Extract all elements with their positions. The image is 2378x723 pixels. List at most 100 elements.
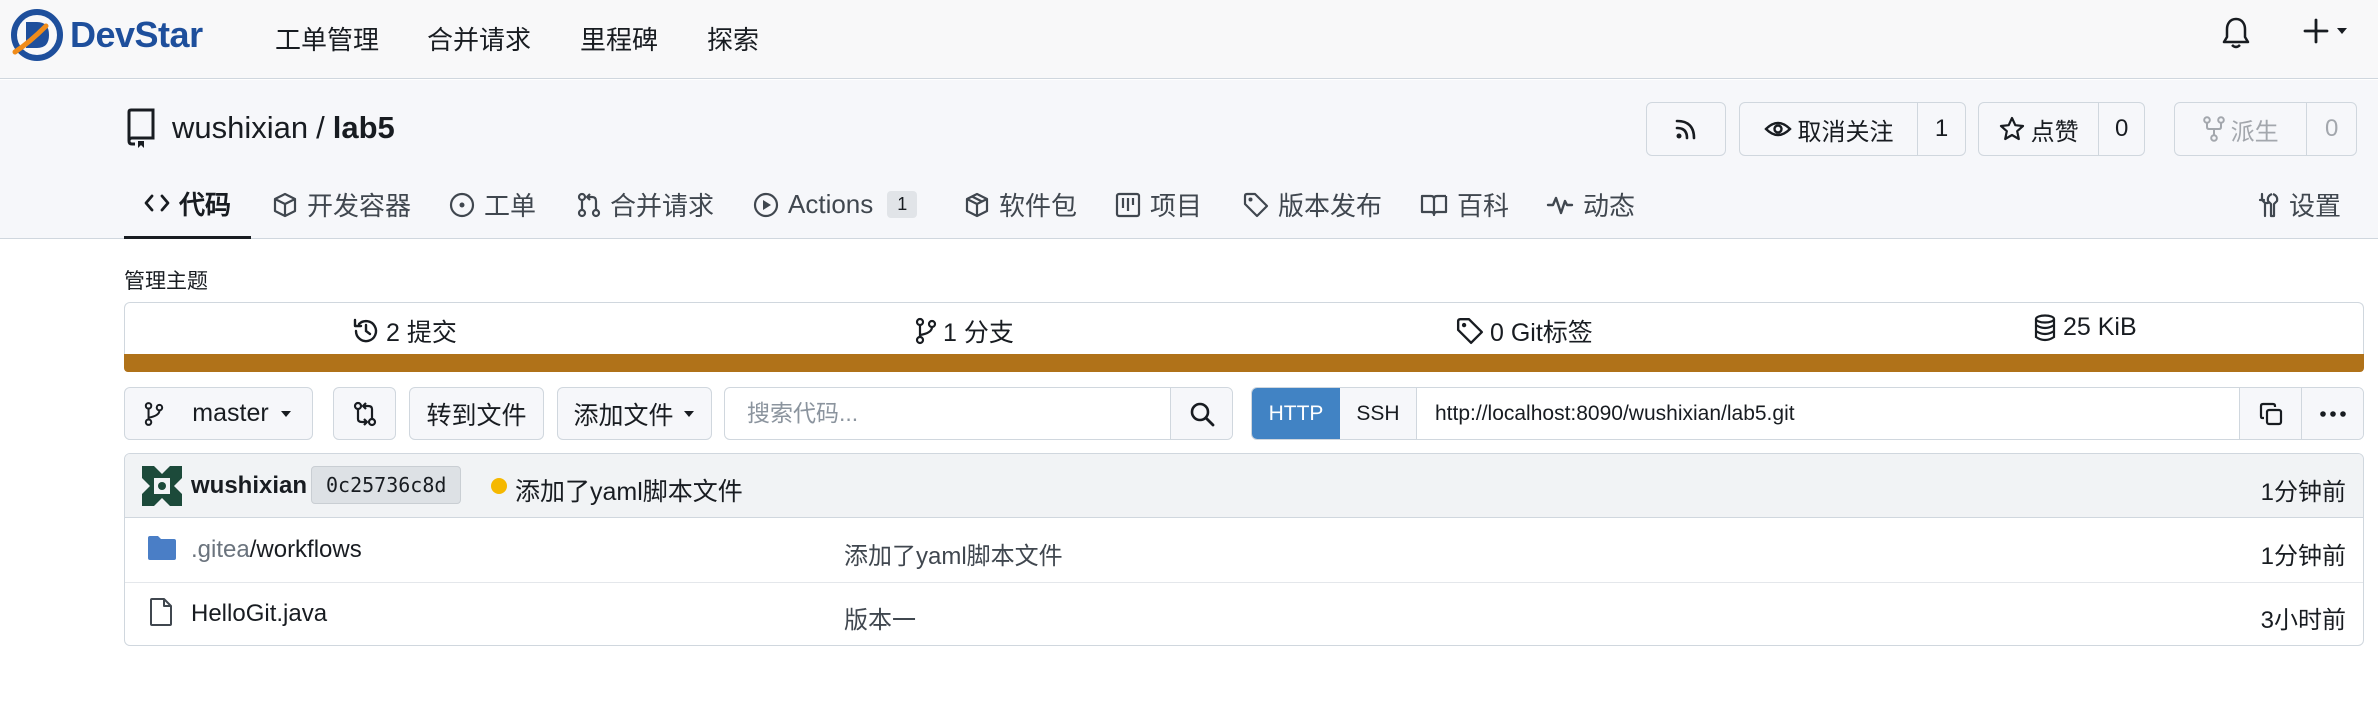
tag-icon bbox=[1456, 317, 1484, 345]
commits-stat[interactable]: 2 提交 bbox=[352, 313, 457, 349]
compare-button[interactable] bbox=[333, 387, 396, 440]
avatar[interactable] bbox=[142, 466, 182, 506]
caret-down-icon bbox=[683, 410, 694, 417]
tab-activity[interactable]: 动态 bbox=[1546, 170, 1635, 239]
repo-name-link[interactable]: lab5 bbox=[333, 110, 395, 146]
repo-stats-bar: 2 提交 1 分支 0 Git标签 25 KiB bbox=[124, 302, 2364, 354]
tag-icon bbox=[1243, 192, 1269, 217]
tab-issues-label: 工单 bbox=[484, 191, 537, 221]
clone-ssh-button[interactable]: SSH bbox=[1340, 388, 1417, 439]
tab-projects[interactable]: 项目 bbox=[1115, 170, 1202, 239]
branches-stat[interactable]: 1 分支 bbox=[915, 313, 1014, 349]
branch-icon bbox=[915, 317, 937, 345]
forks-count[interactable]: 0 bbox=[2306, 103, 2356, 155]
tab-wiki[interactable]: 百科 bbox=[1420, 170, 1509, 239]
table-row: HelloGit.java 版本一 3小时前 bbox=[125, 583, 2363, 645]
size-stat[interactable]: 25 KiB bbox=[2033, 313, 2137, 342]
nav-explore[interactable]: 探索 bbox=[707, 20, 759, 57]
create-menu-button[interactable] bbox=[2303, 18, 2349, 44]
eye-icon bbox=[1763, 121, 1792, 137]
rss-button[interactable] bbox=[1646, 102, 1726, 156]
rss-icon bbox=[1675, 119, 1696, 140]
play-icon bbox=[753, 192, 779, 217]
tab-releases-label: 版本发布 bbox=[1278, 191, 1383, 221]
fork-button[interactable]: 派生 bbox=[2175, 103, 2306, 155]
file-commit-message[interactable]: 添加了yaml脚本文件 bbox=[844, 536, 1063, 571]
notifications-button[interactable] bbox=[2222, 16, 2250, 50]
star-label: 点赞 bbox=[2030, 118, 2079, 146]
code-search-input[interactable] bbox=[725, 388, 1170, 439]
file-time: 1分钟前 bbox=[2260, 543, 2346, 570]
copy-url-button[interactable] bbox=[2239, 388, 2301, 439]
devstar-logo-icon bbox=[11, 9, 63, 61]
code-search-button[interactable] bbox=[1170, 388, 1232, 439]
nav-issues[interactable]: 工单管理 bbox=[275, 20, 379, 57]
commit-status-icon[interactable] bbox=[491, 478, 507, 494]
brand-logo[interactable]: DevStar bbox=[10, 8, 203, 62]
tab-pulls-label: 合并请求 bbox=[610, 191, 715, 221]
watchers-count[interactable]: 1 bbox=[1917, 103, 1965, 155]
tab-packages-label: 软件包 bbox=[999, 191, 1078, 221]
language-stats-bar[interactable] bbox=[124, 354, 2364, 372]
tab-settings-label: 设置 bbox=[2289, 191, 2342, 221]
plus-icon bbox=[2303, 18, 2329, 44]
fork-label: 派生 bbox=[2230, 118, 2279, 146]
clone-http-button[interactable]: HTTP bbox=[1252, 388, 1340, 439]
tab-settings[interactable]: 设置 bbox=[2256, 170, 2341, 239]
add-file-dropdown[interactable]: 添加文件 bbox=[557, 387, 712, 440]
tab-actions[interactable]: Actions 1 bbox=[753, 170, 918, 239]
go-to-file-button[interactable]: 转到文件 bbox=[409, 387, 544, 440]
branch-name: master bbox=[192, 399, 269, 427]
commit-message[interactable]: 添加了yaml脚本文件 bbox=[515, 472, 743, 508]
nav-pulls[interactable]: 合并请求 bbox=[427, 20, 531, 57]
add-file-label: 添加文件 bbox=[573, 401, 674, 430]
tab-releases[interactable]: 版本发布 bbox=[1243, 170, 1382, 239]
compare-icon bbox=[353, 401, 376, 426]
latest-commit-row: wushixian 0c25736c8d 添加了yaml脚本文件 1分钟前 bbox=[125, 454, 2363, 518]
issue-opened-icon bbox=[449, 192, 475, 217]
tab-pulls[interactable]: 合并请求 bbox=[577, 170, 714, 239]
more-options-button[interactable] bbox=[2301, 388, 2363, 439]
commits-count: 2 提交 bbox=[386, 319, 457, 347]
actions-count-badge: 1 bbox=[887, 191, 918, 218]
tab-devcontainer-label: 开发容器 bbox=[307, 191, 412, 221]
star-button-group: 点赞 0 bbox=[1978, 102, 2145, 156]
commit-sha[interactable]: 0c25736c8d bbox=[311, 466, 462, 504]
cube-icon bbox=[273, 192, 297, 217]
file-name-link[interactable]: HelloGit.java bbox=[191, 600, 327, 628]
repo-header: wushixian / lab5 取消关注 1 点赞 0 派生 0 代码 开发容… bbox=[0, 80, 2378, 239]
tab-code[interactable]: 代码 bbox=[124, 170, 251, 239]
tab-packages[interactable]: 软件包 bbox=[964, 170, 1077, 239]
nav-milestones[interactable]: 里程碑 bbox=[580, 20, 658, 57]
file-name-prefix: .gitea bbox=[191, 536, 250, 563]
unwatch-label: 取消关注 bbox=[1797, 118, 1894, 146]
search-icon bbox=[1190, 402, 1214, 426]
file-list: wushixian 0c25736c8d 添加了yaml脚本文件 1分钟前 .g… bbox=[124, 453, 2364, 646]
tab-issues[interactable]: 工单 bbox=[449, 170, 536, 239]
stars-count[interactable]: 0 bbox=[2098, 103, 2144, 155]
tools-icon bbox=[2258, 192, 2279, 217]
commit-author[interactable]: wushixian bbox=[191, 472, 307, 500]
branch-selector[interactable]: master bbox=[124, 387, 313, 440]
repo-owner-link[interactable]: wushixian bbox=[172, 110, 308, 146]
star-icon bbox=[1999, 116, 2024, 141]
top-navbar: DevStar 工单管理 合并请求 里程碑 探索 bbox=[0, 0, 2378, 79]
pulse-icon bbox=[1546, 196, 1574, 214]
tags-count: 0 Git标签 bbox=[1490, 319, 1593, 347]
tab-projects-label: 项目 bbox=[1150, 191, 1203, 221]
branches-count: 1 分支 bbox=[943, 319, 1014, 347]
tab-devcontainer[interactable]: 开发容器 bbox=[272, 170, 411, 239]
manage-topics-link[interactable]: 管理主题 bbox=[124, 265, 208, 295]
history-icon bbox=[353, 318, 378, 343]
watch-button-group: 取消关注 1 bbox=[1739, 102, 1966, 156]
book-icon bbox=[1420, 194, 1448, 216]
pull-request-icon bbox=[577, 192, 601, 217]
tags-stat[interactable]: 0 Git标签 bbox=[1456, 313, 1593, 349]
file-commit-message[interactable]: 版本一 bbox=[844, 600, 916, 635]
unwatch-button[interactable]: 取消关注 bbox=[1740, 103, 1917, 155]
star-button[interactable]: 点赞 bbox=[1979, 103, 2098, 155]
fork-icon bbox=[2202, 116, 2225, 142]
repo-path-separator: / bbox=[316, 110, 325, 145]
file-name-link[interactable]: .gitea/workflows bbox=[191, 536, 362, 564]
clone-url-input[interactable] bbox=[1417, 388, 2239, 439]
